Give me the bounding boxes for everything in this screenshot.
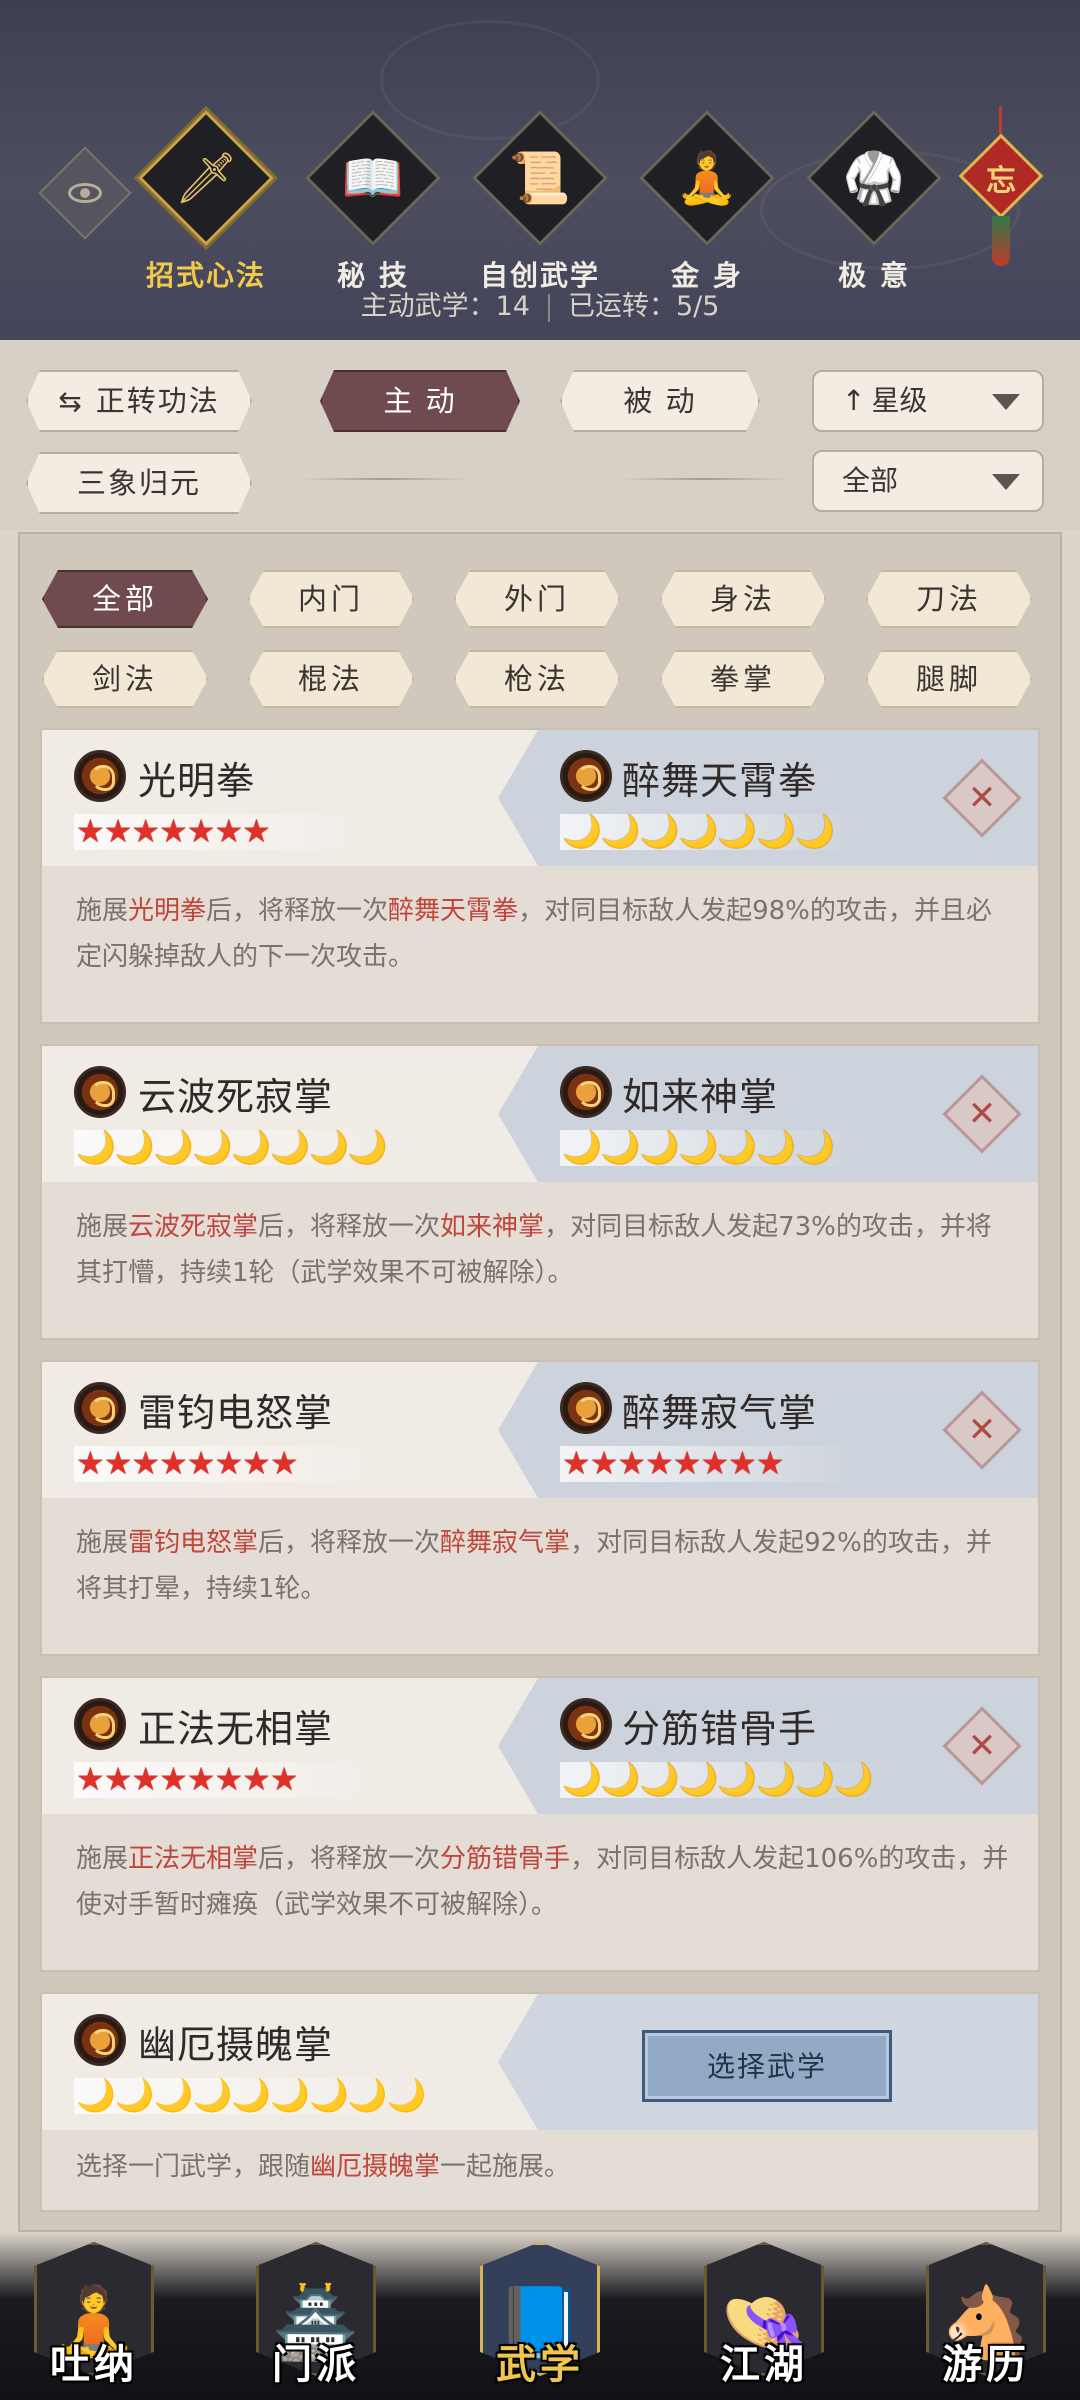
- primary-skill-name: 光明拳: [138, 759, 256, 803]
- close-icon: ✕: [967, 778, 997, 818]
- select-skill-button[interactable]: 选择武学: [642, 2030, 892, 2102]
- sanxiang-guiyuan-button[interactable]: 三象归元: [26, 452, 252, 514]
- nav-label: 吐纳: [50, 2341, 138, 2388]
- skill-emblem-icon: [560, 1382, 612, 1434]
- filter-bar: ⇆ 正转功法 主 动 被 动 ↑ 星级 三象归元 全部: [0, 340, 1080, 530]
- primary-skill-stars: ★★★★★★★★: [74, 1446, 394, 1482]
- skill-emblem-icon: [74, 2014, 126, 2066]
- skill-emblem-icon: [74, 1066, 126, 1118]
- ornament-char: 忘: [986, 164, 1016, 199]
- nav-label: 江湖: [720, 2341, 808, 2388]
- lucky-knot-ornament[interactable]: 忘: [958, 106, 1044, 266]
- linked-skill-name: 分筋错骨手: [622, 1707, 818, 1751]
- category-waimen[interactable]: 外门: [454, 570, 620, 628]
- mode-passive-button[interactable]: 被 动: [560, 370, 760, 432]
- category-shenfa[interactable]: 身法: [660, 570, 826, 628]
- combo-card[interactable]: 雷钧电怒掌 ★★★★★★★★ 醉舞寂气掌 ★★★★★★★★ ✕ 施展雷钧电怒掌后…: [40, 1360, 1040, 1656]
- skill-emblem-icon: [74, 1382, 126, 1434]
- linked-skill-stars: 🌙🌙🌙🌙🌙🌙🌙: [560, 1130, 860, 1166]
- martial-status-line: 主动武学：14 已运转：5/5: [0, 284, 1080, 323]
- linked-skill-stars: 🌙🌙🌙🌙🌙🌙🌙: [560, 814, 860, 850]
- eye-icon: [68, 183, 102, 203]
- primary-skill-name: 幽厄摄魄掌: [138, 2023, 334, 2067]
- nav-youli[interactable]: 🐴 游历: [906, 2232, 1066, 2400]
- nav-jianghu[interactable]: 👒 江湖: [684, 2232, 844, 2400]
- visibility-toggle-button[interactable]: [38, 146, 132, 240]
- combo-card[interactable]: 正法无相掌 ★★★★★★★★ 分筋错骨手 🌙🌙🌙🌙🌙🌙🌙🌙 ✕ 施展正法无相掌后…: [40, 1676, 1040, 1972]
- tab-zichuang-wuxue[interactable]: 📜 自创武学: [465, 110, 615, 294]
- linked-skill-stars: ★★★★★★★★: [560, 1446, 860, 1482]
- close-icon: ✕: [967, 1094, 997, 1134]
- divider: [620, 478, 790, 480]
- swap-arrows-icon: ⇆: [58, 385, 84, 418]
- sword-icon: 🗡: [174, 149, 238, 207]
- linked-skill-name: 如来神掌: [622, 1075, 779, 1119]
- nav-label: 门派: [272, 2341, 360, 2388]
- combo-card[interactable]: 云波死寂掌 🌙🌙🌙🌙🌙🌙🌙🌙 如来神掌 🌙🌙🌙🌙🌙🌙🌙 ✕ 施展云波死寂掌后，将…: [40, 1044, 1040, 1340]
- tab-jinshen[interactable]: 🧘 金 身: [632, 110, 782, 294]
- top-header: 🗡 招式心法 📖 秘 技 📜 自创武学 🧘 金 身 🥋 极 意 忘 主动武学：1…: [0, 0, 1080, 340]
- category-quanzhang[interactable]: 拳掌: [660, 650, 826, 708]
- tab-jiyi[interactable]: 🥋 极 意: [799, 110, 949, 294]
- martial-combo-panel: 全部 内门 外门 身法 刀法 剑法 棍法 枪法 拳掌 腿脚 光明拳 ★★★★★★…: [18, 532, 1062, 2232]
- meditation-icon: 🧘: [675, 149, 739, 207]
- martial-stance-icon: 🥋: [842, 149, 906, 207]
- active-count-label: 主动武学：14: [360, 291, 530, 322]
- linked-skill-name: 醉舞天霄拳: [622, 759, 818, 803]
- primary-skill-stars: 🌙🌙🌙🌙🌙🌙🌙🌙🌙: [74, 2078, 434, 2114]
- nav-tuna[interactable]: 🧘 吐纳: [14, 2232, 174, 2400]
- category-gunfa[interactable]: 棍法: [248, 650, 414, 708]
- skill-emblem-icon: [560, 1698, 612, 1750]
- chevron-down-icon: [992, 394, 1020, 410]
- scope-dropdown[interactable]: 全部: [812, 450, 1044, 512]
- combo-description: 施展光明拳后，将释放一次醉舞天霄拳，对同目标敌人发起98%的攻击，并且必定闪躲掉…: [76, 896, 992, 972]
- book-icon: 📖: [341, 149, 405, 207]
- category-jianfa[interactable]: 剑法: [42, 650, 208, 708]
- bottom-navigation: 🧘 吐纳 🏯 门派 📘 武学 👒 江湖 🐴 游历: [0, 2232, 1080, 2400]
- scroll-icon: 📜: [508, 149, 572, 207]
- skill-emblem-icon: [74, 750, 126, 802]
- nav-label: 武学: [496, 2341, 584, 2388]
- skill-emblem-icon: [74, 1698, 126, 1750]
- primary-skill-stars: ★★★★★★★★: [74, 1762, 394, 1798]
- chevron-down-icon: [992, 474, 1020, 490]
- unpaired-combo-card[interactable]: 幽厄摄魄掌 🌙🌙🌙🌙🌙🌙🌙🌙🌙 选择武学 选择一门武学，跟随幽厄摄魄掌一起施展。: [40, 1992, 1040, 2212]
- primary-skill-name: 雷钧电怒掌: [138, 1391, 334, 1435]
- combo-description: 施展云波死寂掌后，将释放一次如来神掌，对同目标敌人发起73%的攻击，并将其打懵，…: [76, 1212, 992, 1288]
- linked-skill-name: 醉舞寂气掌: [622, 1391, 818, 1435]
- category-tuijiao[interactable]: 腿脚: [866, 650, 1032, 708]
- skill-emblem-icon: [560, 750, 612, 802]
- arrow-up-icon: ↑: [842, 384, 866, 417]
- tab-zhaoshi-xinfa[interactable]: 🗡 招式心法: [131, 110, 281, 294]
- tab-miji[interactable]: 📖 秘 技: [298, 110, 448, 294]
- category-qiangfa[interactable]: 枪法: [454, 650, 620, 708]
- nav-menpai[interactable]: 🏯 门派: [236, 2232, 396, 2400]
- combo-description: 施展正法无相掌后，将释放一次分筋错骨手，对同目标敌人发起106%的攻击，并使对手…: [76, 1844, 1009, 1920]
- category-all[interactable]: 全部: [42, 570, 208, 628]
- combo-description: 选择一门武学，跟随幽厄摄魄掌一起施展。: [76, 2152, 571, 2182]
- switch-method-button[interactable]: ⇆ 正转功法: [26, 370, 252, 432]
- category-neimen[interactable]: 内门: [248, 570, 414, 628]
- primary-skill-name: 正法无相掌: [138, 1707, 334, 1751]
- divider: [300, 478, 470, 480]
- close-icon: ✕: [967, 1726, 997, 1766]
- primary-skill-name: 云波死寂掌: [138, 1075, 334, 1119]
- primary-skill-stars: 🌙🌙🌙🌙🌙🌙🌙🌙: [74, 1130, 394, 1166]
- combo-card[interactable]: 光明拳 ★★★★★★★ 醉舞天霄拳 🌙🌙🌙🌙🌙🌙🌙 ✕ 施展光明拳后，将释放一次…: [40, 728, 1040, 1024]
- nav-label: 游历: [942, 2341, 1030, 2388]
- primary-skill-stars: ★★★★★★★: [74, 814, 374, 850]
- close-icon: ✕: [967, 1410, 997, 1450]
- sort-dropdown[interactable]: ↑ 星级: [812, 370, 1044, 432]
- linked-skill-stars: 🌙🌙🌙🌙🌙🌙🌙🌙: [560, 1762, 880, 1798]
- nav-wuxue[interactable]: 📘 武学: [460, 2232, 620, 2400]
- combo-description: 施展雷钧电怒掌后，将释放一次醉舞寂气掌，对同目标敌人发起92%的攻击，并将其打晕…: [76, 1528, 992, 1604]
- skill-emblem-icon: [560, 1066, 612, 1118]
- running-count-label: 已运转：5/5: [567, 291, 720, 322]
- category-daofa[interactable]: 刀法: [866, 570, 1032, 628]
- mode-active-button[interactable]: 主 动: [320, 370, 520, 432]
- status-divider: [547, 293, 550, 322]
